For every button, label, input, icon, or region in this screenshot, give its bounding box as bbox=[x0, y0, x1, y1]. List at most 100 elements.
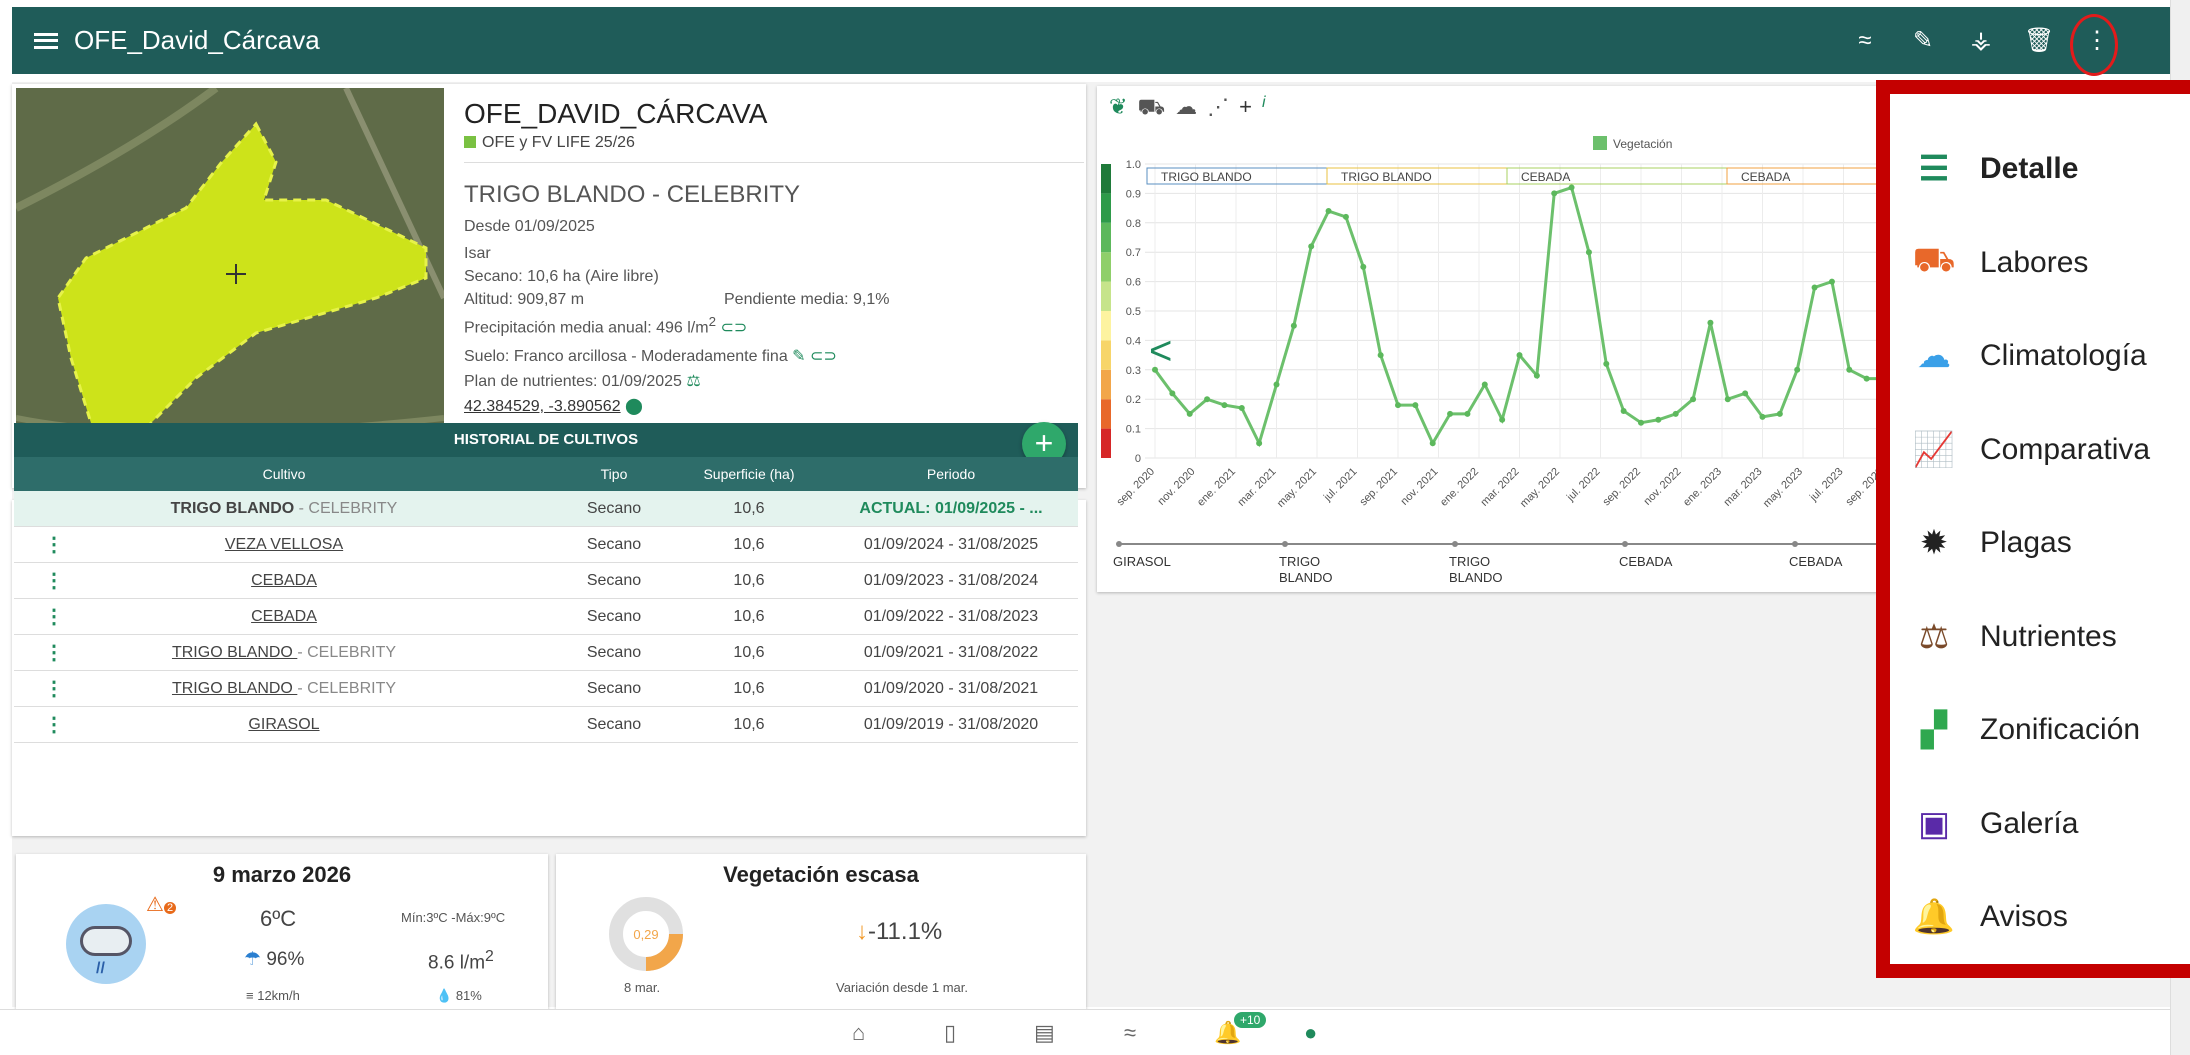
compare-icon[interactable]: ≈ bbox=[1850, 27, 1880, 55]
timeline-label: BLANDO bbox=[1449, 570, 1502, 585]
x-tick-label: may. 2022 bbox=[1518, 466, 1562, 510]
timeline-label: GIRASOL bbox=[1113, 554, 1171, 569]
timeline-dot bbox=[1622, 541, 1628, 547]
gallery-icon: ▣ bbox=[1917, 805, 1951, 843]
table-row[interactable]: TRIGO BLANDO - CELEBRITY Secano 10,6 ACT… bbox=[14, 491, 1078, 527]
row-menu-icon[interactable]: ⋮ bbox=[44, 676, 64, 701]
season-label: TRIGO BLANDO bbox=[1341, 170, 1432, 184]
map-icon[interactable]: ▯ bbox=[944, 1020, 956, 1046]
x-tick-label: ene. 2023 bbox=[1681, 466, 1724, 509]
menu-item-plagas[interactable]: ✹ Plagas bbox=[1910, 513, 2072, 573]
data-point bbox=[1585, 249, 1592, 256]
data-point bbox=[1256, 440, 1263, 447]
timeline-label: BLANDO bbox=[1279, 570, 1332, 585]
menu-item-zonificacion[interactable]: ▞ Zonificación bbox=[1910, 700, 2140, 760]
field-precip: Precipitación media anual: 496 l/m2 ⊂⊃ bbox=[464, 314, 748, 337]
y-tick-label: 0.7 bbox=[1126, 247, 1141, 259]
x-tick-label: jul. 2022 bbox=[1564, 466, 1603, 505]
drop-icon: 💧 bbox=[436, 988, 453, 1003]
vegetation-title: Vegetación escasa bbox=[723, 862, 919, 887]
vegetation-card[interactable]: Vegetación escasa 0,29 ↓-11.1% 8 mar. Va… bbox=[556, 854, 1086, 1014]
table-row[interactable]: ⋮ TRIGO BLANDO - CELEBRITY Secano 10,6 01… bbox=[14, 671, 1078, 707]
data-point bbox=[1186, 410, 1193, 417]
row-menu-icon[interactable]: ⋮ bbox=[44, 640, 64, 665]
tractor-icon: ⛟ bbox=[1912, 241, 1956, 279]
table-row[interactable]: ⋮ CEBADA Secano 10,6 01/09/2022 - 31/08/2… bbox=[14, 599, 1078, 635]
field-slope: Pendiente media: 9,1% bbox=[724, 291, 890, 308]
warning-icon[interactable]: ⚠ 2 bbox=[146, 892, 177, 917]
edit-icon[interactable]: ✎ bbox=[792, 348, 805, 365]
table-row[interactable]: ⋮ GIRASOL Secano 10,6 01/09/2019 - 31/08/… bbox=[14, 707, 1078, 743]
menu-item-comparativa[interactable]: 📈 Comparativa bbox=[1910, 420, 2150, 480]
row-menu-icon[interactable]: ⋮ bbox=[44, 568, 64, 593]
row-menu-icon[interactable]: ⋮ bbox=[44, 604, 64, 629]
menu-item-climatologia[interactable]: ☁ Climatología bbox=[1910, 326, 2147, 386]
data-point bbox=[1690, 396, 1697, 403]
vegetation-change: ↓-11.1% bbox=[856, 918, 943, 945]
timeline-label: TRIGO bbox=[1449, 554, 1490, 569]
table-row[interactable]: ⋮ VEZA VELLOSA Secano 10,6 01/09/2024 - 3… bbox=[14, 527, 1078, 563]
x-tick-label: sep. 2022 bbox=[1600, 466, 1643, 509]
compare-icon[interactable]: ≈ bbox=[1124, 1020, 1136, 1046]
color-scale-segment bbox=[1101, 281, 1111, 311]
y-tick-label: 0.4 bbox=[1126, 335, 1141, 347]
link-icon[interactable]: ⊂⊃ bbox=[720, 319, 747, 336]
history-title: HISTORIAL DE CULTIVOS bbox=[14, 423, 1078, 457]
data-point bbox=[1724, 396, 1731, 403]
delete-icon[interactable]: 🗑 bbox=[2024, 26, 2054, 55]
y-tick-label: 0.2 bbox=[1126, 394, 1141, 406]
data-point bbox=[1377, 352, 1384, 359]
data-point bbox=[1204, 396, 1211, 403]
data-point bbox=[1776, 410, 1783, 417]
field-soil: Suelo: Franco arcillosa - Moderadamente … bbox=[464, 348, 837, 366]
x-tick-label: sep. 2020 bbox=[1114, 466, 1157, 509]
highlight-circle bbox=[2070, 14, 2118, 76]
location-icon[interactable]: ⬤ bbox=[625, 398, 643, 415]
crop-icon[interactable]: ⚶ bbox=[1966, 26, 1996, 55]
weather-temp: 6ºC bbox=[260, 906, 297, 931]
timeline-dot bbox=[1792, 541, 1798, 547]
menu-item-galeria[interactable]: ▣ Galería bbox=[1910, 794, 2078, 854]
field-coords[interactable]: 42.384529, -3.890562 ⬤ bbox=[464, 396, 1084, 416]
color-scale-segment bbox=[1101, 399, 1111, 429]
data-point bbox=[1759, 413, 1766, 420]
row-menu-icon[interactable]: ⋮ bbox=[44, 532, 64, 557]
data-point bbox=[1342, 213, 1349, 220]
timeline-label: TRIGO bbox=[1279, 554, 1320, 569]
menu-item-avisos[interactable]: 🔔 Avisos bbox=[1910, 887, 2068, 947]
menu-item-labores[interactable]: ⛟ Labores bbox=[1910, 233, 2089, 293]
x-tick-label: nov. 2020 bbox=[1156, 466, 1198, 508]
link-icon[interactable]: ⊂⊃ bbox=[810, 348, 837, 365]
data-point bbox=[1707, 319, 1714, 326]
table-row[interactable]: ⋮ TRIGO BLANDO - CELEBRITY Secano 10,6 01… bbox=[14, 635, 1078, 671]
menu-item-detalle[interactable]: ☰ Detalle bbox=[1910, 139, 2079, 199]
table-row[interactable]: ⋮ CEBADA Secano 10,6 01/09/2023 - 31/08/2… bbox=[14, 563, 1078, 599]
data-point bbox=[1638, 419, 1644, 426]
home-icon[interactable]: ⌂ bbox=[852, 1020, 865, 1046]
x-tick-label: ene. 2022 bbox=[1438, 466, 1481, 509]
x-tick-label: mar. 2021 bbox=[1236, 466, 1279, 509]
rain-cloud-icon: ☂ bbox=[244, 949, 262, 970]
edit-icon[interactable]: ✎ bbox=[1908, 26, 1938, 55]
data-point bbox=[1447, 410, 1454, 417]
history-columns: Cultivo Tipo Superficie (ha) Periodo bbox=[14, 457, 1078, 491]
account-icon[interactable]: ● bbox=[1304, 1020, 1317, 1046]
y-tick-label: 1.0 bbox=[1126, 159, 1141, 171]
menu-item-nutrientes[interactable]: ⚖ Nutrientes bbox=[1910, 607, 2117, 667]
balance-icon[interactable]: ⚖ bbox=[686, 373, 700, 390]
row-menu-icon[interactable]: ⋮ bbox=[44, 712, 64, 737]
menu-icon[interactable] bbox=[34, 32, 58, 49]
field-secano: Secano: 10,6 ha (Aire libre) bbox=[464, 268, 659, 285]
x-tick-label: ene. 2021 bbox=[1195, 466, 1238, 509]
x-tick-label: mar. 2022 bbox=[1479, 466, 1522, 509]
data-point bbox=[1290, 322, 1297, 329]
x-tick-label: mar. 2023 bbox=[1722, 466, 1765, 509]
timeline-label: CEBADA bbox=[1619, 554, 1673, 569]
bell-icon: 🔔 bbox=[1912, 898, 1956, 936]
data-point bbox=[1551, 190, 1558, 197]
field-crop: TRIGO BLANDO - CELEBRITY bbox=[464, 181, 801, 208]
weather-date: 9 marzo 2026 bbox=[212, 862, 352, 887]
y-tick-label: 0 bbox=[1135, 453, 1141, 465]
weather-card[interactable]: 9 marzo 2026 // ⚠ 2 6ºC Mín:3ºC -Máx:9ºC … bbox=[16, 854, 548, 1014]
clipboard-icon[interactable]: ▤ bbox=[1034, 1020, 1055, 1046]
